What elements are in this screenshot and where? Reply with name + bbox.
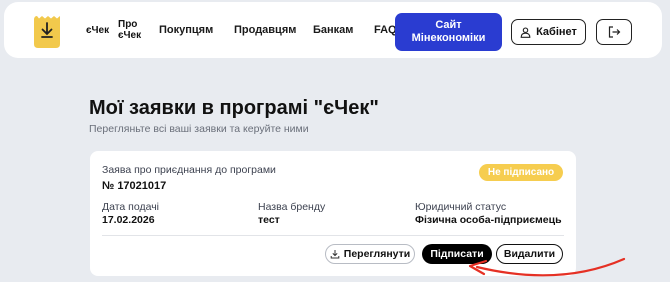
legal-status-value: Фізична особа-підприємець xyxy=(415,214,562,226)
page-title: Мої заявки в програмі "єЧек" xyxy=(89,97,379,119)
brand-line1: єЧек xyxy=(86,25,110,36)
download-icon xyxy=(330,250,340,259)
page-subtitle: Перегляньте всі ваші заявки та керуйте н… xyxy=(89,123,309,135)
divider xyxy=(102,235,564,236)
submit-date-value: 17.02.2026 xyxy=(102,214,155,226)
nav-sellers[interactable]: Продавцям xyxy=(234,24,296,36)
receipt-logo-icon[interactable] xyxy=(34,14,60,50)
cabinet-button[interactable]: Кабінет xyxy=(511,19,586,45)
logout-button[interactable] xyxy=(596,19,632,45)
status-badge: Не підписано xyxy=(479,164,563,181)
brand-line3: єЧек xyxy=(118,30,142,41)
nav-faq[interactable]: FAQ xyxy=(374,24,397,36)
view-button[interactable]: Переглянути xyxy=(325,244,415,264)
nav-banks[interactable]: Банкам xyxy=(313,24,353,36)
view-label: Переглянути xyxy=(343,248,411,260)
delete-button[interactable]: Видалити xyxy=(496,244,563,264)
header: єЧек Про єЧек Покупцям Продавцям Банкам … xyxy=(4,2,662,58)
sign-button[interactable]: Підписати xyxy=(422,244,492,264)
application-number: № 17021017 xyxy=(102,180,167,192)
submit-date-label: Дата подачі xyxy=(102,201,160,213)
brand-line2: Про xyxy=(118,19,138,30)
legal-status-label: Юридичний статус xyxy=(415,201,507,213)
user-icon xyxy=(520,26,531,38)
brand-name-value: тест xyxy=(258,214,280,226)
cabinet-label: Кабінет xyxy=(536,26,577,38)
brand-name-label: Назва бренду xyxy=(258,201,326,213)
application-title: Заява про приєднання до програми xyxy=(102,164,276,176)
application-card: Заява про приєднання до програми № 17021… xyxy=(90,151,576,276)
logout-icon xyxy=(608,26,620,38)
nav-buyers[interactable]: Покупцям xyxy=(159,24,213,36)
ministry-site-button[interactable]: Сайт Мінекономіки xyxy=(395,13,502,51)
